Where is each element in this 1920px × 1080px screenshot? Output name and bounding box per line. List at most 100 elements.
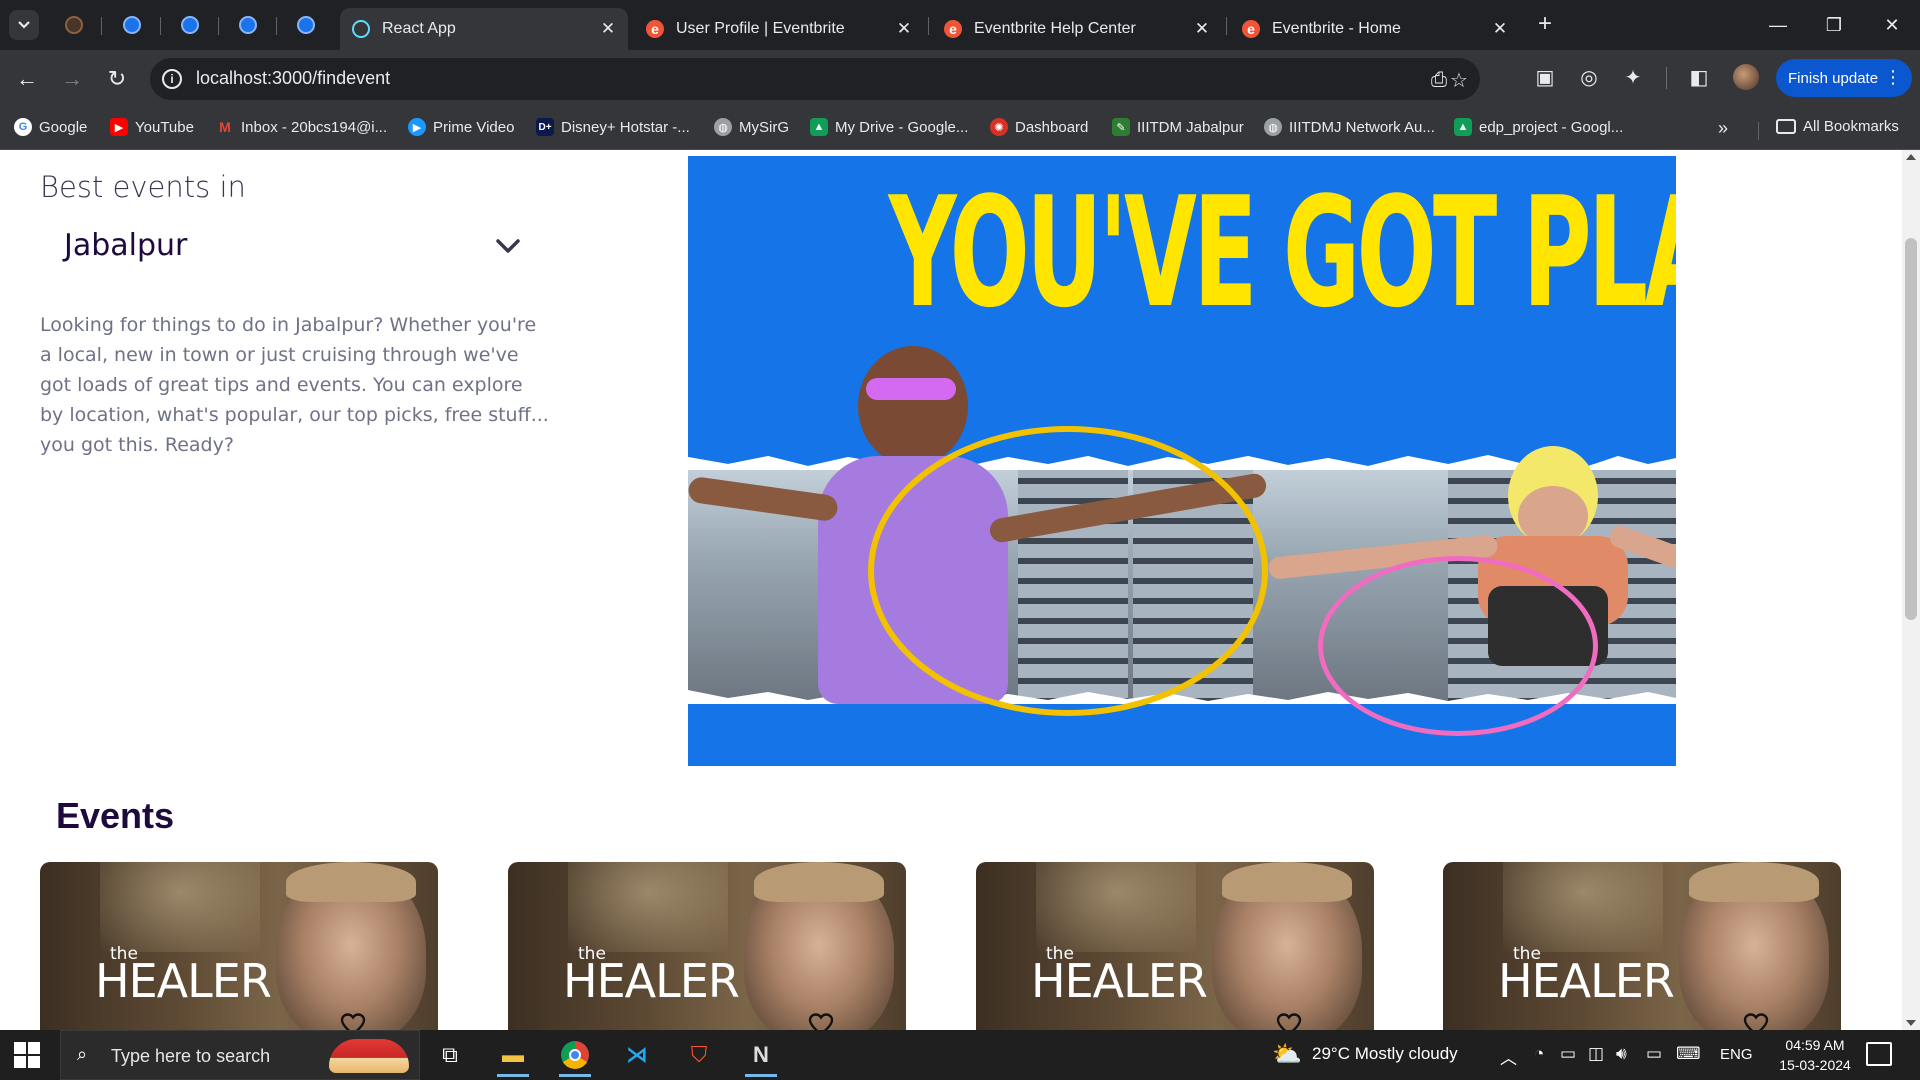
scrollbar-thumb[interactable] <box>1905 238 1917 620</box>
heart-icon[interactable] <box>1743 1012 1769 1030</box>
scroll-down-arrow-icon[interactable] <box>1906 1020 1916 1026</box>
bookmark-label: IIITDM Jabalpur <box>1137 118 1244 136</box>
address-bar[interactable]: i localhost:3000/findevent ⎙ ☆ <box>150 58 1480 100</box>
minimize-button[interactable]: — <box>1750 0 1806 50</box>
profile-avatar[interactable] <box>1733 64 1759 90</box>
volume-icon[interactable]: 🔊︎ <box>1616 1044 1627 1064</box>
pinned-tab[interactable] <box>176 11 204 39</box>
battery-icon[interactable]: ▭ <box>1646 1044 1662 1064</box>
page-scrollbar[interactable] <box>1902 150 1920 1030</box>
bookmark-iiitdm[interactable]: ✎ IIITDM Jabalpur <box>1112 118 1244 136</box>
pinned-tab[interactable] <box>292 11 320 39</box>
event-title: HEALER <box>1498 954 1675 1008</box>
bookmark-hotstar[interactable]: D+ Disney+ Hotstar -... <box>536 118 690 136</box>
site-info-icon[interactable]: i <box>162 69 182 89</box>
notion-icon[interactable]: N <box>735 1033 787 1077</box>
back-button[interactable]: ← <box>10 62 44 96</box>
intro-paragraph: Looking for things to do in Jabalpur? Wh… <box>40 314 549 456</box>
tab-user-profile[interactable]: e User Profile | Eventbrite ✕ <box>634 8 924 50</box>
hero-banner: YOU'VE GOT PLANS <box>688 156 1676 766</box>
network-icon[interactable]: ◔ <box>1534 1044 1544 1064</box>
tab-divider <box>218 17 219 35</box>
show-hidden-icons-icon[interactable]: ︿ <box>1500 1044 1517 1069</box>
prime-video-icon: ▶ <box>408 118 426 136</box>
bookmark-star-icon[interactable]: ☆ <box>1446 67 1472 93</box>
url-text[interactable]: localhost:3000/findevent <box>196 68 390 89</box>
system-clock[interactable]: 04:59 AM 15-03-2024 <box>1760 1035 1870 1075</box>
heart-icon[interactable] <box>1276 1012 1302 1030</box>
meet-icon[interactable]: ◫ <box>1588 1044 1604 1064</box>
taskbar-search-box[interactable]: ⌕ Type here to search <box>60 1030 420 1080</box>
new-tab-button[interactable]: + <box>1530 10 1560 40</box>
pinned-tab[interactable] <box>234 11 262 39</box>
app-icon <box>297 16 315 34</box>
event-title: HEALER <box>1031 954 1208 1008</box>
display-icon[interactable]: ▭ <box>1560 1044 1576 1064</box>
screenshot-extension-icon[interactable]: ▣ <box>1530 62 1560 92</box>
tab-divider <box>160 17 161 35</box>
extension-icon[interactable]: ◎ <box>1574 62 1604 92</box>
toolbar-divider <box>1666 67 1667 89</box>
brave-icon[interactable]: ⛉ <box>673 1033 725 1077</box>
heart-icon[interactable] <box>340 1012 366 1030</box>
notification-center-icon[interactable] <box>1866 1042 1892 1066</box>
tab-eventbrite-home[interactable]: e Eventbrite - Home ✕ <box>1230 8 1520 50</box>
eventbrite-icon: e <box>646 20 664 38</box>
language-indicator[interactable]: ENG <box>1720 1046 1753 1063</box>
heart-icon[interactable] <box>808 1012 834 1030</box>
chevron-down-icon[interactable] <box>494 232 522 260</box>
restore-button[interactable]: ❐ <box>1806 0 1862 50</box>
file-explorer-icon[interactable]: ▬ <box>487 1033 539 1077</box>
event-card[interactable]: the HEALER <box>508 862 906 1030</box>
windows-start-icon[interactable] <box>14 1042 40 1068</box>
bookmark-edp-project[interactable]: ▲ edp_project - Googl... <box>1454 118 1623 136</box>
scroll-up-arrow-icon[interactable] <box>1906 154 1916 160</box>
close-icon[interactable]: ✕ <box>892 19 916 39</box>
tab-react-app[interactable]: React App ✕ <box>340 8 628 50</box>
reload-button[interactable]: ↻ <box>100 62 134 96</box>
bookmark-youtube[interactable]: ▶ YouTube <box>110 118 194 136</box>
card-image-highlight <box>568 862 728 952</box>
close-window-button[interactable]: ✕ <box>1864 0 1920 50</box>
bookmark-prime-video[interactable]: ▶ Prime Video <box>408 118 514 136</box>
side-panel-icon[interactable]: ◧ <box>1684 62 1714 92</box>
weather-icon[interactable]: ⛅ <box>1272 1040 1302 1069</box>
bookmark-dashboard[interactable]: ✺ Dashboard <box>990 118 1088 136</box>
weather-text[interactable]: 29°C Mostly cloudy <box>1312 1044 1458 1064</box>
chrome-icon[interactable] <box>549 1033 601 1077</box>
chevron-down-icon <box>18 21 30 29</box>
vscode-icon[interactable]: ⋊ <box>611 1033 663 1077</box>
hotstar-icon: D+ <box>536 118 554 136</box>
task-view-icon[interactable]: ⧉ <box>424 1033 476 1077</box>
extensions-puzzle-icon[interactable]: ✦ <box>1618 62 1648 92</box>
keyboard-icon[interactable]: ⌨ <box>1676 1044 1701 1064</box>
tab-help-center[interactable]: e Eventbrite Help Center ✕ <box>932 8 1222 50</box>
bookmark-google[interactable]: G Google <box>14 118 87 136</box>
pinned-tab[interactable] <box>118 11 146 39</box>
close-icon[interactable]: ✕ <box>1488 19 1512 39</box>
bookmark-iiitdmj-network[interactable]: ◍ IIITDMJ Network Au... <box>1264 118 1435 136</box>
bookmark-mysirg[interactable]: ◍ MySirG <box>714 118 789 136</box>
bookmark-label: MySirG <box>739 118 789 136</box>
event-card[interactable]: the HEALER <box>1443 862 1841 1030</box>
folder-icon <box>1776 119 1796 134</box>
bookmark-my-drive[interactable]: ▲ My Drive - Google... <box>810 118 968 136</box>
event-title: HEALER <box>563 954 740 1008</box>
finish-update-button[interactable]: Finish update ⋮ <box>1776 59 1912 97</box>
pinned-tab[interactable] <box>60 11 88 39</box>
app-icon <box>181 16 199 34</box>
tab-search-button[interactable] <box>9 10 39 40</box>
event-card[interactable]: the HEALER <box>976 862 1374 1030</box>
event-card[interactable]: the HEALER <box>40 862 438 1030</box>
close-icon[interactable]: ✕ <box>596 19 620 39</box>
globe-icon: ◍ <box>714 118 732 136</box>
iiitdm-icon: ✎ <box>1112 118 1130 136</box>
bookmark-gmail[interactable]: M Inbox - 20bcs194@i... <box>216 118 387 136</box>
forward-button[interactable]: → <box>55 62 89 96</box>
all-bookmarks-button[interactable]: All Bookmarks <box>1776 118 1899 135</box>
close-icon[interactable]: ✕ <box>1190 19 1214 39</box>
more-bookmarks-button[interactable]: » <box>1718 118 1728 139</box>
tab-strip: React App ✕ e User Profile | Eventbrite … <box>0 0 1920 50</box>
city-dropdown[interactable]: Jabalpur <box>40 218 530 274</box>
react-icon <box>352 20 370 38</box>
